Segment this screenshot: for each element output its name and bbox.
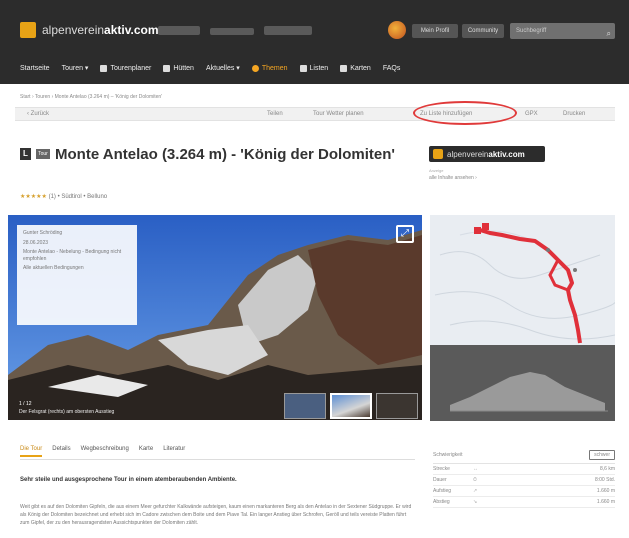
sun-icon bbox=[251, 64, 259, 72]
fact-row-duration: Dauer ⏱ 8:00 Std. bbox=[433, 475, 615, 486]
nav-aktuelles[interactable]: Aktuelles ▾ bbox=[206, 64, 240, 72]
nav-listen[interactable]: Listen bbox=[299, 64, 328, 72]
ad-logo[interactable]: alpenvereinaktiv.com bbox=[429, 146, 545, 162]
logo-text: alpenvereinaktiv.com bbox=[42, 23, 159, 37]
site-logo[interactable]: alpenvereinaktiv.com bbox=[20, 22, 159, 38]
nav-touren[interactable]: Touren ▾ bbox=[62, 64, 89, 72]
difficulty-row: Schwierigkeit schwer bbox=[433, 446, 615, 464]
nav-faqs[interactable]: FAQs bbox=[383, 65, 401, 72]
nav-tourenplaner[interactable]: Tourenplaner bbox=[100, 64, 151, 72]
share-button[interactable]: Teilen bbox=[267, 111, 283, 117]
thumbnail-1[interactable] bbox=[284, 393, 326, 419]
tab-details[interactable]: Details bbox=[52, 446, 70, 457]
search-input[interactable]: Suchbegriff ⌕ bbox=[510, 23, 615, 39]
tour-teaser: Sehr steile und ausgesprochene Tour in e… bbox=[20, 477, 237, 483]
partner-logo-2[interactable] bbox=[210, 28, 254, 35]
map-canvas bbox=[430, 215, 615, 421]
tour-description: Weit gibt es auf den Dolomiten Gipfeln, … bbox=[20, 504, 412, 526]
nav-huetten[interactable]: Hütten bbox=[163, 64, 194, 72]
tab-divider bbox=[20, 459, 415, 460]
main-nav: Startseite Touren ▾ Tourenplaner Hütten … bbox=[20, 64, 400, 72]
thumbnail-3[interactable] bbox=[376, 393, 418, 419]
conditions-date: 28.06.2023 bbox=[23, 239, 49, 246]
content-tabs: Die Tour Details Wegbeschreibung Karte L… bbox=[20, 446, 185, 457]
tab-die-tour[interactable]: Die Tour bbox=[20, 446, 43, 457]
back-link[interactable]: ‹ Zurück bbox=[27, 111, 49, 117]
distance-icon: ↔ bbox=[473, 466, 478, 472]
highlight-circle bbox=[413, 101, 517, 125]
tab-karte[interactable]: Karte bbox=[139, 446, 153, 457]
conditions-all-link[interactable]: Alle aktuellen Bedingungen bbox=[23, 265, 131, 272]
tab-literatur[interactable]: Literatur bbox=[163, 446, 185, 457]
tour-toolbar: ‹ Zurück Teilen Tour Wetter planen Zu Li… bbox=[15, 107, 615, 121]
ad-logo-text: alpenvereinaktiv.com bbox=[447, 149, 525, 159]
conditions-box[interactable]: Gunter Schröding 28.06.2023 Monte Antela… bbox=[17, 225, 137, 325]
ad-link[interactable]: alle Inhalte ansehen › bbox=[429, 175, 477, 181]
rating-stars[interactable]: ★★★★★ bbox=[20, 194, 47, 200]
thumbnail-2[interactable] bbox=[330, 393, 372, 419]
nav-startseite[interactable]: Startseite bbox=[20, 65, 50, 72]
rating-line: ★★★★★ (1) • Südtirol • Belluno bbox=[20, 194, 108, 200]
ad-label: Anzeige bbox=[429, 168, 444, 173]
print-button[interactable]: Drucken bbox=[563, 111, 585, 117]
facts-panel: Schwierigkeit schwer Strecke ↔ 8,6 km Dauer… bbox=[433, 446, 615, 508]
page-title: Monte Antelao (3.264 m) - 'König der Dol… bbox=[55, 146, 395, 163]
tab-wegbeschreibung[interactable]: Wegbeschreibung bbox=[81, 446, 129, 457]
ascent-icon: ↗ bbox=[473, 488, 478, 494]
planner-icon bbox=[100, 64, 108, 72]
fact-row-ascent: Aufstieg ↗ 1.660 m bbox=[433, 486, 615, 497]
partner-logo-1[interactable] bbox=[158, 26, 200, 35]
gpx-button[interactable]: GPX bbox=[525, 111, 538, 117]
plan-button[interactable]: Tour Wetter planen bbox=[313, 111, 364, 117]
photo-caption: Der Felsgrat (rechts) am obersten Aussti… bbox=[19, 409, 115, 415]
breadcrumb[interactable]: Start › Touren › Monte Antelao (3.264 m)… bbox=[20, 94, 162, 100]
search-icon[interactable]: ⌕ bbox=[607, 26, 611, 42]
photo-gallery[interactable]: Gunter Schröding 28.06.2023 Monte Antela… bbox=[8, 215, 422, 420]
logo-mark-icon bbox=[20, 22, 36, 38]
community-button[interactable]: Community bbox=[462, 24, 504, 38]
route-map[interactable] bbox=[430, 215, 615, 421]
map-icon bbox=[340, 64, 348, 72]
fact-row-distance: Strecke ↔ 8,6 km bbox=[433, 464, 615, 475]
top-header: alpenvereinaktiv.com Mein Profil Communi… bbox=[0, 0, 629, 84]
nav-themen[interactable]: Themen bbox=[251, 64, 288, 72]
nav-karten[interactable]: Karten bbox=[340, 64, 371, 72]
fact-row-descent: Abstieg ↘ 1.660 m bbox=[433, 497, 615, 508]
logo-mark-icon bbox=[433, 149, 443, 159]
user-avatar[interactable] bbox=[388, 21, 406, 39]
descent-icon: ↘ bbox=[473, 499, 478, 505]
profile-button[interactable]: Mein Profil bbox=[412, 24, 458, 38]
fullscreen-icon[interactable]: ⤢ bbox=[396, 225, 414, 243]
conditions-author: Gunter Schröding bbox=[23, 230, 63, 236]
hut-icon bbox=[163, 64, 171, 72]
partner-logo-3[interactable] bbox=[264, 26, 312, 35]
list-icon bbox=[299, 64, 307, 72]
clock-icon: ⏱ bbox=[473, 477, 477, 483]
photo-counter: 1 / 12 bbox=[19, 401, 32, 407]
conditions-text: Monte Antelao - Nebelung - Bedingung nic… bbox=[23, 249, 122, 262]
difficulty-level-badge: schwer bbox=[589, 449, 615, 460]
